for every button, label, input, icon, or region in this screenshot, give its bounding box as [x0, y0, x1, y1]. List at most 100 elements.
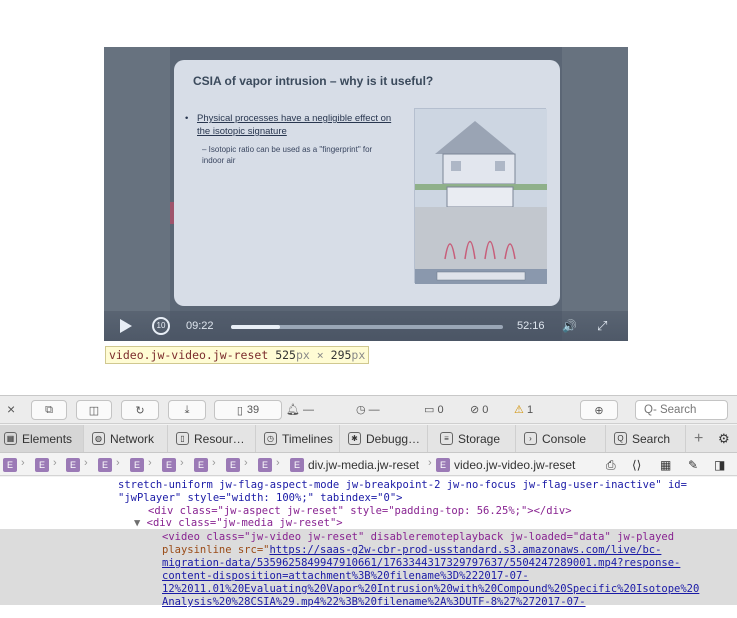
dom-line-selected[interactable]: <video class="jw-video jw-reset" disable… [162, 531, 674, 544]
search-icon: Q- [644, 404, 657, 416]
tab-network[interactable]: ◍ Network [88, 425, 168, 452]
dom-line[interactable]: "jwPlayer" style="width: 100%;" tabindex… [118, 492, 402, 505]
document-icon: ▯ [236, 404, 243, 417]
target-icon[interactable]: ⊕ [580, 400, 618, 420]
bullet-dot: • [185, 113, 189, 124]
video-controls: 10 09:22 52:16 🔊 ⤢ [104, 311, 628, 341]
grid-icon[interactable]: ▦ [660, 458, 671, 472]
tab-console[interactable]: › Console [520, 425, 606, 452]
scrub-bar[interactable] [231, 325, 503, 329]
duration: 52:16 [517, 320, 545, 332]
storage-icon: ≡ [440, 432, 453, 445]
slide-title: CSIA of vapor intrusion – why is it usef… [193, 74, 434, 88]
presentation-slide: CSIA of vapor intrusion – why is it usef… [174, 60, 560, 306]
breadcrumb-element[interactable]: E [194, 458, 208, 472]
braces-icon[interactable]: ⟨⟩ [632, 458, 641, 472]
console-icon: › [524, 432, 537, 445]
video-src-link[interactable]: https://saas-g2w-cbr-prod-usstandard.s3.… [269, 544, 661, 556]
elements-icon: ▦ [4, 432, 17, 445]
devtools-toolbar: × ⧉ ◫ ↻ ⤓ ▯ 39 🔔︎ — ◷ — ▭ 0 ⊘ 0 ⚠ 1 ⊕ Q- … [0, 396, 737, 424]
slide-bullet: • Physical processes have a negligible e… [185, 112, 395, 138]
dom-line[interactable]: ▼ <div class="jw-media jw-reset"> [134, 517, 343, 530]
breadcrumb: E › E › E › E › E › E › E › E › E › E di… [0, 454, 737, 476]
breadcrumb-element[interactable]: E [66, 458, 80, 472]
breadcrumb-sep: › [212, 457, 216, 469]
debugger-icon: ✱ [348, 432, 361, 445]
breadcrumb-element[interactable]: E [162, 458, 176, 472]
resources-count-button[interactable]: ▯ 39 [214, 400, 282, 420]
dom-line[interactable]: stretch-uniform jw-flag-aspect-mode jw-b… [118, 479, 687, 492]
download-icon[interactable]: ⤓ [168, 400, 206, 420]
video-letterbox-left [104, 47, 170, 341]
sidebar-toggle-icon[interactable]: ◨ [714, 458, 725, 472]
video-src-link[interactable]: 12%2011.01%20Evaluating%20Vapor%20Intrus… [162, 583, 699, 596]
play-icon[interactable] [120, 319, 132, 333]
video-letterbox-right [562, 47, 628, 341]
tab-search[interactable]: Q Search [610, 425, 686, 452]
error-count[interactable]: ⊘ 0 [470, 403, 488, 416]
bell-icon[interactable]: 🔔︎ — [286, 403, 314, 416]
volume-icon[interactable]: 🔊 [562, 319, 577, 333]
breadcrumb-sep: › [53, 457, 57, 469]
tab-timelines[interactable]: ◷ Timelines [260, 425, 340, 452]
clock-icon[interactable]: ◷ — [356, 403, 380, 416]
breadcrumb-element[interactable]: E [436, 458, 450, 472]
video-src-link[interactable]: Analysis%20%28CSIA%29.mp4%22%3B%20filena… [162, 596, 586, 609]
disclosure-triangle-icon[interactable]: ▼ [134, 517, 140, 529]
vapor-intrusion-diagram [414, 108, 547, 284]
add-tab-icon[interactable]: + [690, 425, 712, 452]
breadcrumb-element[interactable]: E [226, 458, 240, 472]
breadcrumb-sep: › [148, 457, 152, 469]
timelines-icon: ◷ [264, 432, 277, 445]
tab-resources[interactable]: ▯ Resour… [172, 425, 256, 452]
breadcrumb-element[interactable]: E [3, 458, 17, 472]
breadcrumb-sep: › [84, 457, 88, 469]
dock-icon[interactable]: ⧉ [31, 400, 67, 420]
reload-icon[interactable]: ↻ [121, 400, 159, 420]
slide-sub-bullet: – Isotopic ratio can be used as a "finge… [202, 145, 373, 165]
search-tab-icon: Q [614, 432, 627, 445]
breadcrumb-media[interactable]: div.jw-media.jw-reset [308, 458, 419, 472]
warning-count[interactable]: ⚠ 1 [514, 403, 533, 416]
dom-line-selected[interactable]: playsinline src="https://saas-g2w-cbr-pr… [162, 544, 661, 557]
tooltip-height: 295 [330, 348, 352, 362]
inspector-tooltip: video.jw-video.jw-reset 525px × 295px [105, 346, 370, 364]
search-input[interactable]: Q- Search [635, 400, 728, 420]
split-view-icon[interactable]: ◫ [76, 400, 112, 420]
breadcrumb-sep: › [21, 457, 25, 469]
video-player[interactable]: CSIA of vapor intrusion – why is it usef… [104, 47, 628, 341]
tab-storage[interactable]: ≡ Storage [436, 425, 516, 452]
resources-icon: ▯ [176, 432, 189, 445]
breadcrumb-sep: › [244, 457, 248, 469]
log-count[interactable]: ▭ 0 [424, 403, 444, 416]
breadcrumb-sep: › [428, 457, 432, 469]
tooltip-width: 525 [275, 348, 296, 362]
tab-debugger[interactable]: ✱ Debugg… [344, 425, 428, 452]
devtools-tabs: ▦ Elements ◍ Network ▯ Resour… ◷ Timelines ✱… [0, 425, 737, 453]
close-icon[interactable]: × [7, 401, 15, 417]
dom-tree: stretch-uniform jw-flag-aspect-mode jw-b… [0, 477, 737, 618]
rewind-icon[interactable]: 10 [152, 317, 170, 335]
current-time: 09:22 [186, 320, 214, 332]
scrub-progress [231, 325, 280, 329]
settings-gear-icon[interactable]: ⚙ [714, 425, 736, 452]
pencil-icon[interactable]: ✎ [688, 458, 698, 472]
print-icon[interactable]: ⎙ [606, 458, 616, 473]
breadcrumb-element[interactable]: E [290, 458, 304, 472]
breadcrumb-sep: › [180, 457, 184, 469]
breadcrumb-element[interactable]: E [98, 458, 112, 472]
breadcrumb-sep: › [276, 457, 280, 469]
warning-icon: ⚠ [514, 404, 524, 416]
breadcrumb-element[interactable]: E [258, 458, 272, 472]
breadcrumb-element[interactable]: E [35, 458, 49, 472]
slide-bullet-text: Physical processes have a negligible eff… [197, 113, 392, 137]
devtools-panel: × ⧉ ◫ ↻ ⤓ ▯ 39 🔔︎ — ◷ — ▭ 0 ⊘ 0 ⚠ 1 ⊕ Q- … [0, 395, 737, 618]
network-icon: ◍ [92, 432, 105, 445]
breadcrumb-video[interactable]: video.jw-video.jw-reset [454, 458, 575, 472]
tooltip-selector: video.jw-video.jw-reset [109, 348, 269, 362]
video-src-link[interactable]: migration-data/5359625849947910661/17633… [162, 557, 680, 570]
video-src-link[interactable]: content-disposition=attachment%3B%20file… [162, 570, 529, 583]
tab-elements[interactable]: ▦ Elements [0, 425, 84, 452]
breadcrumb-element[interactable]: E [130, 458, 144, 472]
fullscreen-icon[interactable]: ⤢ [597, 318, 607, 334]
